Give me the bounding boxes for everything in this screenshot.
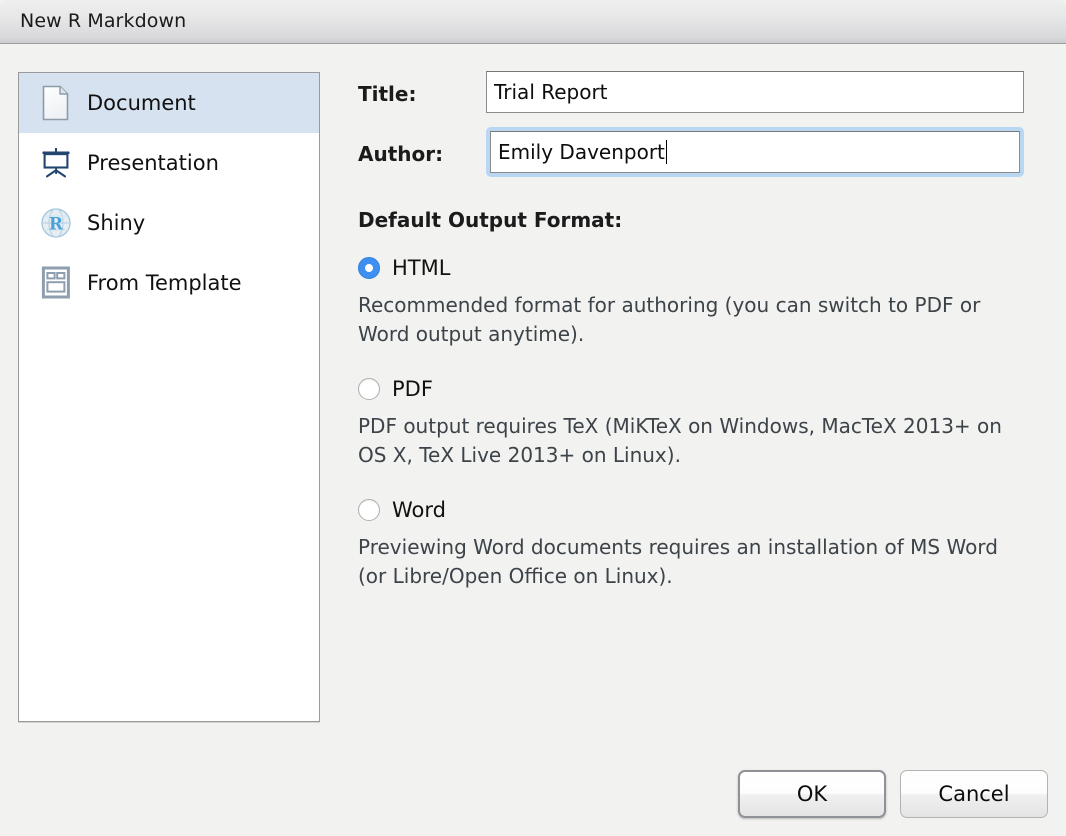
default-output-format-heading: Default Output Format: — [358, 208, 623, 232]
title-input[interactable]: Trial Report — [486, 71, 1024, 113]
output-format-option-html: HTML Recommended format for authoring (y… — [358, 254, 1028, 349]
title-input-value: Trial Report — [494, 80, 608, 104]
document-type-list[interactable]: Document Presentation R Shiny From Templ… — [18, 72, 320, 722]
radio-label-pdf: PDF — [392, 377, 433, 401]
sidebar-item-label: From Template — [87, 271, 242, 295]
author-field-row: Author: Emily Davenport — [358, 127, 1028, 180]
radio-word[interactable]: Word — [358, 496, 1028, 524]
presentation-icon — [35, 142, 77, 184]
dialog-title: New R Markdown — [20, 10, 187, 32]
output-format-option-pdf: PDF PDF output requires TeX (MiKTeX on W… — [358, 375, 1028, 470]
title-label: Title: — [358, 82, 417, 106]
ok-button[interactable]: OK — [738, 770, 886, 818]
radio-description-html: Recommended format for authoring (you ca… — [358, 293, 981, 346]
svg-text:R: R — [49, 215, 64, 235]
radio-pdf[interactable]: PDF — [358, 375, 1028, 403]
radio-label-html: HTML — [392, 256, 451, 280]
radio-description-pdf: PDF output requires TeX (MiKTeX on Windo… — [358, 414, 1002, 467]
sidebar-item-label: Shiny — [87, 211, 146, 235]
dialog-footer: OK Cancel — [738, 770, 1048, 818]
radio-label-word: Word — [392, 498, 446, 522]
sidebar-item-document[interactable]: Document — [19, 73, 319, 133]
template-icon — [35, 262, 77, 304]
title-field-row: Title: Trial Report — [358, 68, 1028, 120]
radio-button-word[interactable] — [358, 499, 380, 521]
author-input[interactable]: Emily Davenport — [490, 131, 1020, 173]
radio-html[interactable]: HTML — [358, 254, 1028, 282]
cancel-button[interactable]: Cancel — [900, 770, 1048, 818]
author-input-value: Emily Davenport — [498, 140, 665, 164]
output-format-option-word: Word Previewing Word documents requires … — [358, 496, 1028, 591]
sidebar-item-label: Presentation — [87, 151, 219, 175]
dialog-titlebar[interactable]: New R Markdown — [0, 0, 1066, 44]
radio-description-word: Previewing Word documents requires an in… — [358, 535, 998, 588]
sidebar-item-shiny[interactable]: R Shiny — [19, 193, 319, 253]
radio-button-html[interactable] — [358, 257, 380, 279]
radio-button-pdf[interactable] — [358, 378, 380, 400]
output-format-radio-group[interactable]: HTML Recommended format for authoring (y… — [358, 254, 1028, 591]
shiny-r-globe-icon: R — [35, 202, 77, 244]
sidebar-item-from-template[interactable]: From Template — [19, 253, 319, 313]
form-area: Title: Trial Report Author: Emily Davenp… — [358, 68, 1028, 617]
new-r-markdown-dialog: New R Markdown Document Presentation R S… — [0, 0, 1066, 836]
sidebar-item-label: Document — [87, 91, 196, 115]
title-input-wrap: Trial Report — [486, 71, 1024, 113]
text-cursor — [665, 140, 667, 164]
author-input-focus-ring: Emily Davenport — [486, 127, 1024, 177]
document-icon — [35, 82, 77, 124]
sidebar-item-presentation[interactable]: Presentation — [19, 133, 319, 193]
author-label: Author: — [358, 142, 444, 166]
